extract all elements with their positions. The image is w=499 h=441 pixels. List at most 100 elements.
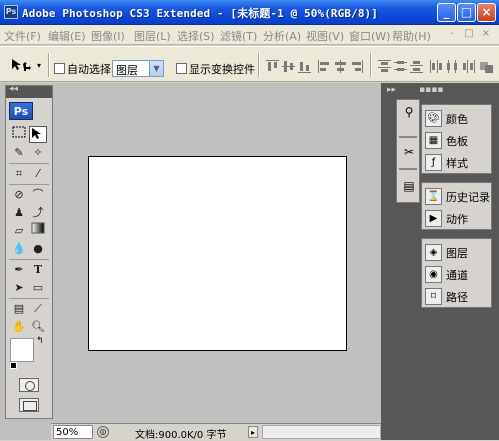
auto-select-target-dropdown[interactable]: 图层 ▼ bbox=[112, 60, 164, 77]
align-vertical-centers-icon[interactable] bbox=[282, 60, 295, 73]
auto-select-checkbox[interactable] bbox=[54, 63, 65, 74]
blur-tool-icon[interactable]: 💧 bbox=[10, 240, 28, 257]
palette-styles[interactable]: ƒ 样式 bbox=[422, 151, 493, 173]
separator bbox=[258, 53, 260, 77]
navigator-icon[interactable]: ⚲ bbox=[399, 102, 419, 122]
notes-tool-icon[interactable]: ▤ bbox=[10, 300, 28, 317]
palette-group-layers: ◈ 图层 ◉ 通道 ⌑ 路径 bbox=[421, 238, 492, 308]
tool-preset-picker[interactable] bbox=[10, 58, 34, 72]
palette-channels[interactable]: ◉ 通道 bbox=[422, 263, 493, 285]
palette-paths[interactable]: ⌑ 路径 bbox=[422, 285, 493, 307]
toolbox-header[interactable]: ◂◂ bbox=[6, 84, 52, 98]
distribute-right-edges-icon[interactable] bbox=[462, 60, 475, 73]
preset-dropdown-arrow[interactable]: ▾ bbox=[37, 61, 41, 70]
lasso-tool-icon[interactable]: ✎ bbox=[10, 144, 28, 161]
zoom-level-field[interactable]: 50% bbox=[53, 425, 93, 439]
magic-wand-tool-icon[interactable]: ✧ bbox=[29, 144, 47, 161]
distribute-vertical-centers-icon[interactable] bbox=[394, 60, 407, 73]
distribute-horizontal-centers-icon[interactable] bbox=[446, 60, 459, 73]
palette-group-color: 🎨︎ 颜色 ▦ 色板 ƒ 样式 bbox=[421, 104, 492, 174]
align-horizontal-centers-icon[interactable] bbox=[334, 60, 347, 73]
distribute-left-edges-icon[interactable] bbox=[430, 60, 443, 73]
swatches-icon: ▦ bbox=[425, 132, 442, 149]
palette-swatches[interactable]: ▦ 色板 bbox=[422, 129, 493, 151]
marquee-tool-icon[interactable] bbox=[10, 126, 28, 143]
channels-icon: ◉ bbox=[425, 266, 442, 283]
separator bbox=[399, 136, 417, 138]
paths-icon: ⌑ bbox=[425, 288, 442, 305]
distribute-bottom-edges-icon[interactable] bbox=[410, 60, 423, 73]
menu-help[interactable]: 帮助(H) bbox=[392, 28, 431, 44]
eyedropper-tool-icon[interactable]: ⟋ bbox=[29, 300, 47, 317]
photoshop-app-icon[interactable]: Ps bbox=[4, 5, 18, 19]
menu-bar: 文件(F) 编辑(E) 图像(I) 图层(L) 选择(S) 滤镜(T) 分析(A… bbox=[0, 25, 499, 45]
menu-view[interactable]: 视图(V) bbox=[306, 28, 344, 44]
menu-layer[interactable]: 图层(L) bbox=[134, 28, 171, 44]
dodge-tool-icon[interactable]: ● bbox=[29, 240, 47, 257]
doc-restore-button[interactable]: □ bbox=[463, 28, 475, 40]
layers-icon: ◈ bbox=[425, 244, 442, 261]
window-title: Adobe Photoshop CS3 Extended - [未标题-1 @ … bbox=[22, 7, 378, 20]
foreground-color-swatch[interactable] bbox=[10, 338, 34, 362]
horizontal-scrollbar[interactable] bbox=[262, 425, 381, 439]
slice-tool-icon[interactable]: ⁄ bbox=[29, 165, 47, 182]
eraser-tool-icon[interactable]: ▱ bbox=[10, 222, 28, 239]
path-selection-tool-icon[interactable]: ➤ bbox=[10, 279, 28, 296]
show-transform-controls-checkbox[interactable] bbox=[176, 63, 187, 74]
screen-mode-icon[interactable] bbox=[19, 398, 39, 412]
healing-brush-tool-icon[interactable]: ⊘ bbox=[10, 186, 28, 203]
tools-icon[interactable]: ✂ bbox=[399, 142, 419, 162]
separator bbox=[48, 53, 50, 77]
collapse-toolbox-icon[interactable]: ◂◂ bbox=[9, 84, 18, 94]
auto-select-target-value: 图层 bbox=[116, 64, 138, 77]
default-colors-icon[interactable] bbox=[10, 362, 17, 369]
menu-select[interactable]: 选择(S) bbox=[177, 28, 215, 44]
document-canvas[interactable] bbox=[88, 156, 347, 351]
info-icon[interactable]: ▤ bbox=[399, 176, 419, 196]
styles-icon: ƒ bbox=[425, 154, 442, 171]
close-button[interactable]: × bbox=[477, 3, 496, 22]
doc-minimize-button[interactable]: - bbox=[446, 28, 458, 40]
menu-image[interactable]: 图像(I) bbox=[91, 28, 125, 44]
show-transform-controls-label: 显示变换控件 bbox=[189, 63, 255, 76]
type-tool-icon[interactable]: T bbox=[29, 261, 47, 278]
palette-history[interactable]: ⌛ 历史记录 bbox=[422, 185, 493, 207]
document-info: 文档:900.0K/0 字节 bbox=[135, 430, 227, 441]
gradient-tool-icon[interactable] bbox=[29, 222, 47, 239]
expand-palettes-icon[interactable]: ▸▸ bbox=[387, 85, 396, 95]
quick-mask-mode-icon[interactable] bbox=[19, 378, 39, 392]
minimize-button[interactable]: _ bbox=[437, 3, 456, 22]
shape-tool-icon[interactable]: ▭ bbox=[29, 279, 47, 296]
pen-tool-icon[interactable]: ✒ bbox=[10, 261, 28, 278]
auto-align-layers-icon[interactable] bbox=[480, 60, 493, 73]
status-options-icon[interactable]: ◎ bbox=[97, 426, 109, 438]
brush-tool-icon[interactable]: ⌒ bbox=[29, 186, 47, 203]
align-top-edges-icon[interactable] bbox=[266, 60, 279, 73]
palette-layers[interactable]: ◈ 图层 bbox=[422, 241, 493, 263]
crop-tool-icon[interactable]: ⌗ bbox=[10, 165, 28, 182]
clone-stamp-tool-icon[interactable]: ♟ bbox=[10, 204, 28, 221]
menu-edit[interactable]: 编辑(E) bbox=[48, 28, 86, 44]
palette-color[interactable]: 🎨︎ 颜色 bbox=[422, 107, 493, 129]
menu-analysis[interactable]: 分析(A) bbox=[263, 28, 301, 44]
history-brush-tool-icon[interactable]: ⤴ bbox=[29, 204, 47, 221]
title-bar[interactable]: Ps Adobe Photoshop CS3 Extended - [未标题-1… bbox=[0, 0, 499, 25]
palette-drag-handle[interactable]: ▪▪▪▪ bbox=[419, 85, 443, 95]
hand-tool-icon[interactable]: ✋ bbox=[10, 318, 28, 335]
swap-colors-icon[interactable]: ↰ bbox=[36, 336, 46, 346]
doc-close-button[interactable]: × bbox=[480, 28, 492, 40]
menu-window[interactable]: 窗口(W) bbox=[349, 28, 390, 44]
menu-file[interactable]: 文件(F) bbox=[4, 28, 41, 44]
history-icon: ⌛ bbox=[425, 188, 442, 205]
status-menu-arrow-icon[interactable]: ▸ bbox=[248, 426, 258, 438]
align-right-edges-icon[interactable] bbox=[350, 60, 363, 73]
move-tool-icon[interactable] bbox=[29, 126, 47, 143]
photoshop-logo[interactable]: Ps bbox=[9, 102, 33, 120]
menu-filter[interactable]: 滤镜(T) bbox=[220, 28, 257, 44]
distribute-top-edges-icon[interactable] bbox=[378, 60, 391, 73]
maximize-button[interactable]: □ bbox=[457, 3, 476, 22]
zoom-tool-icon[interactable]: 🔍︎ bbox=[29, 318, 47, 335]
align-bottom-edges-icon[interactable] bbox=[298, 60, 311, 73]
palette-actions[interactable]: ▶ 动作 bbox=[422, 207, 493, 229]
align-left-edges-icon[interactable] bbox=[318, 60, 331, 73]
